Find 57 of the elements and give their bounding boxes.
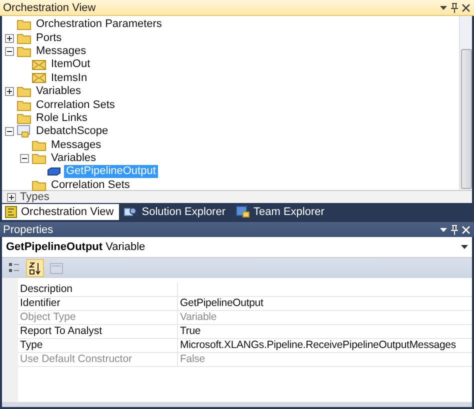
close-icon[interactable] bbox=[462, 4, 470, 12]
variable-icon bbox=[47, 167, 61, 176]
property-name[interactable]: Identifier bbox=[18, 297, 178, 311]
collapse-button[interactable] bbox=[20, 154, 29, 164]
tree-item[interactable]: Variables bbox=[34, 85, 84, 98]
tab[interactable]: Solution Explorer bbox=[120, 204, 231, 220]
folder-icon bbox=[17, 100, 31, 111]
folder-icon bbox=[17, 86, 31, 98]
tree-item[interactable]: Correlation Sets bbox=[34, 98, 117, 112]
property-name[interactable]: Report To Analyst bbox=[18, 325, 178, 339]
property-value[interactable]: GetPipelineOutput bbox=[178, 297, 472, 311]
tree-item[interactable]: Orchestration Parameters bbox=[34, 18, 164, 32]
folder-icon bbox=[17, 112, 31, 124]
tree-item[interactable]: ItemOut bbox=[49, 58, 92, 72]
tree-item[interactable]: Ports bbox=[34, 32, 64, 45]
folder-icon bbox=[32, 140, 46, 151]
property-name[interactable]: Description bbox=[18, 283, 178, 297]
panel-title: Orchestration View bbox=[3, 2, 96, 14]
caret-icon[interactable] bbox=[461, 245, 468, 249]
categorized-icon bbox=[8, 262, 20, 274]
pin-icon[interactable] bbox=[451, 2, 458, 12]
tree-item[interactable]: Correlation Sets bbox=[49, 178, 132, 192]
folder-icon bbox=[17, 46, 31, 57]
folder-icon bbox=[17, 32, 31, 44]
expand-button[interactable] bbox=[7, 192, 16, 202]
folder-icon bbox=[17, 19, 31, 30]
envelope-icon bbox=[32, 60, 46, 70]
property-value[interactable]: True bbox=[178, 325, 472, 339]
object-selector[interactable]: GetPipelineOutput Variable bbox=[2, 237, 472, 258]
tree-item[interactable]: Role Links bbox=[34, 112, 90, 125]
tree-item[interactable]: Messages bbox=[49, 138, 104, 152]
tree-item[interactable]: Messages bbox=[34, 44, 88, 58]
sort-icon bbox=[29, 262, 41, 274]
tree-item[interactable]: Types bbox=[20, 191, 50, 203]
property-pages-icon bbox=[50, 262, 62, 274]
tab[interactable]: Team Explorer bbox=[232, 204, 330, 220]
collapse-button[interactable] bbox=[5, 127, 14, 136]
scope-icon bbox=[17, 125, 31, 138]
dropdown-icon[interactable] bbox=[440, 228, 447, 232]
folder-icon bbox=[32, 153, 46, 164]
team-explorer-icon bbox=[236, 206, 250, 218]
panel-title: Properties bbox=[3, 224, 54, 236]
toolbar-button[interactable] bbox=[26, 259, 44, 277]
solution-explorer-icon bbox=[124, 206, 138, 218]
expand-button[interactable] bbox=[5, 34, 14, 43]
scrollbar[interactable] bbox=[459, 16, 472, 190]
tab[interactable]: Orchestration View bbox=[2, 204, 119, 220]
tree-item[interactable]: Variables bbox=[49, 152, 98, 166]
envelope-icon bbox=[32, 73, 46, 84]
tree-item[interactable]: ItemsIn bbox=[49, 72, 90, 85]
expand-button[interactable] bbox=[5, 87, 14, 96]
tree-item[interactable]: DebatchScope bbox=[34, 125, 110, 138]
dropdown-icon[interactable] bbox=[440, 6, 447, 10]
property-value[interactable]: Microsoft.XLANGs.Pipeline.ReceivePipelineOutputMessages bbox=[178, 339, 472, 353]
collapse-button[interactable] bbox=[5, 46, 14, 56]
property-name[interactable]: Type bbox=[18, 339, 178, 353]
orchestration-icon bbox=[5, 206, 17, 218]
